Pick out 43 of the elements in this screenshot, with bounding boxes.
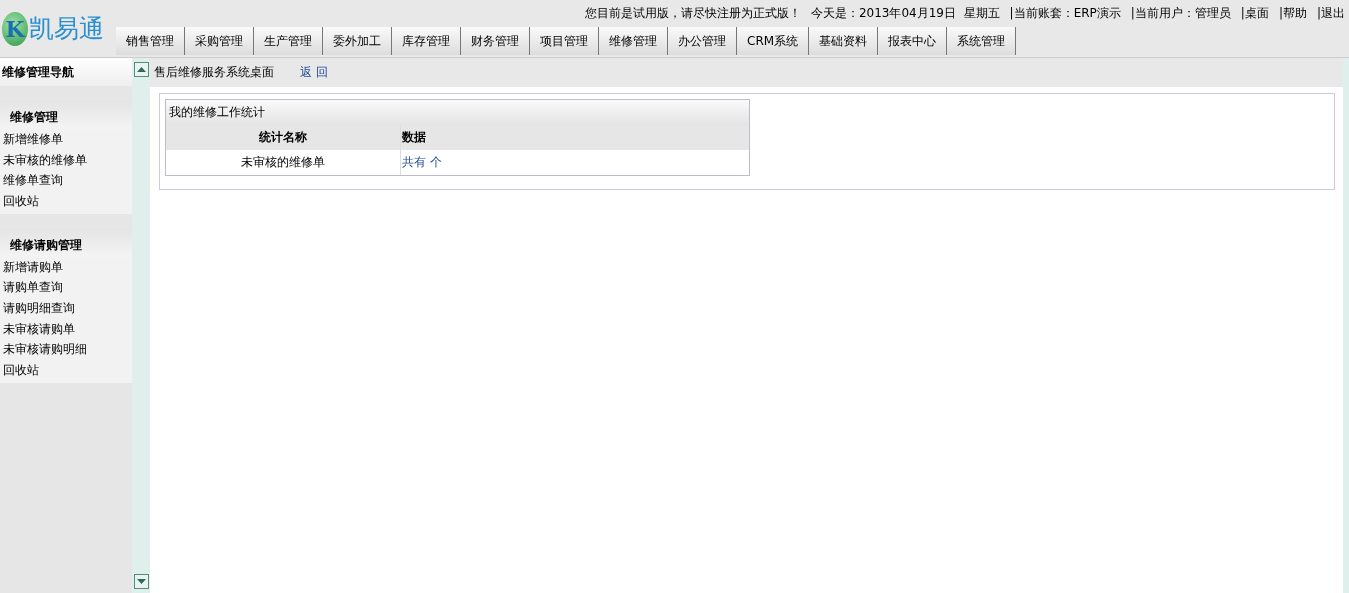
header-text: |当前账套：ERP演示 <box>1009 5 1121 22</box>
header-link[interactable]: |帮助 <box>1278 5 1307 22</box>
back-link[interactable]: 返 回 <box>300 64 328 81</box>
header-text: 您目前是试用版，请尽快注册为正式版！ <box>584 5 801 22</box>
nav-item[interactable]: 新增维修单 <box>0 129 132 150</box>
nav-item[interactable]: 未审核的维修单 <box>0 149 132 171</box>
menu-tab[interactable]: 项目管理 <box>530 27 599 55</box>
count-link[interactable]: 共有 个 <box>402 154 442 171</box>
menu-tab[interactable]: 库存管理 <box>392 27 461 55</box>
menu-tab[interactable]: CRM系统 <box>737 27 810 55</box>
menu-tab[interactable]: 财务管理 <box>461 27 530 55</box>
column-header: 数据 <box>401 129 427 146</box>
nav-item[interactable]: 新增请购单 <box>0 256 132 278</box>
nav-item[interactable]: 维修单查询 <box>0 170 132 192</box>
page-title: 售后维修服务系统桌面 <box>154 64 274 81</box>
menu-tab[interactable]: 委外加工 <box>323 27 392 55</box>
menu-tab[interactable]: 生产管理 <box>254 27 323 55</box>
menu-tab[interactable]: 系统管理 <box>947 27 1017 55</box>
menu-tab[interactable]: 采购管理 <box>185 27 254 55</box>
up-triangle-icon <box>136 66 146 73</box>
menu-tab[interactable]: 办公管理 <box>668 27 737 55</box>
menu-tab[interactable]: 维修管理 <box>599 27 668 55</box>
nav-item[interactable]: 未审核请购单 <box>0 318 132 340</box>
menu-tab[interactable]: 报表中心 <box>878 27 948 55</box>
down-triangle-icon <box>136 578 146 585</box>
nav-item[interactable]: 请购明细查询 <box>0 298 132 319</box>
menu-tab[interactable]: 基础资料 <box>809 27 879 55</box>
nav-item[interactable]: 回收站 <box>0 191 132 212</box>
header-link[interactable]: |桌面 <box>1240 5 1269 22</box>
header-text: 今天是：2013年04月19日 星期五 <box>810 5 1000 22</box>
panel-title: 我的维修工作统计 <box>166 100 749 125</box>
header-link[interactable]: |退出 <box>1316 5 1345 22</box>
header-text: |当前用户：管理员 <box>1130 5 1231 22</box>
sidebar-title: 维修管理导航 <box>0 58 132 86</box>
menu-tab[interactable]: 销售管理 <box>116 27 185 55</box>
logo-text: 凯易通 <box>29 13 104 45</box>
nav-item[interactable]: 回收站 <box>0 360 132 381</box>
scroll-up-button[interactable] <box>133 62 149 77</box>
nav-item[interactable]: 请购单查询 <box>0 277 132 299</box>
table-cell: 未审核的维修单 <box>166 150 401 175</box>
logo-icon: K <box>2 11 28 46</box>
nav-item[interactable]: 未审核请购明细 <box>0 339 132 361</box>
scroll-down-button[interactable] <box>133 574 149 589</box>
